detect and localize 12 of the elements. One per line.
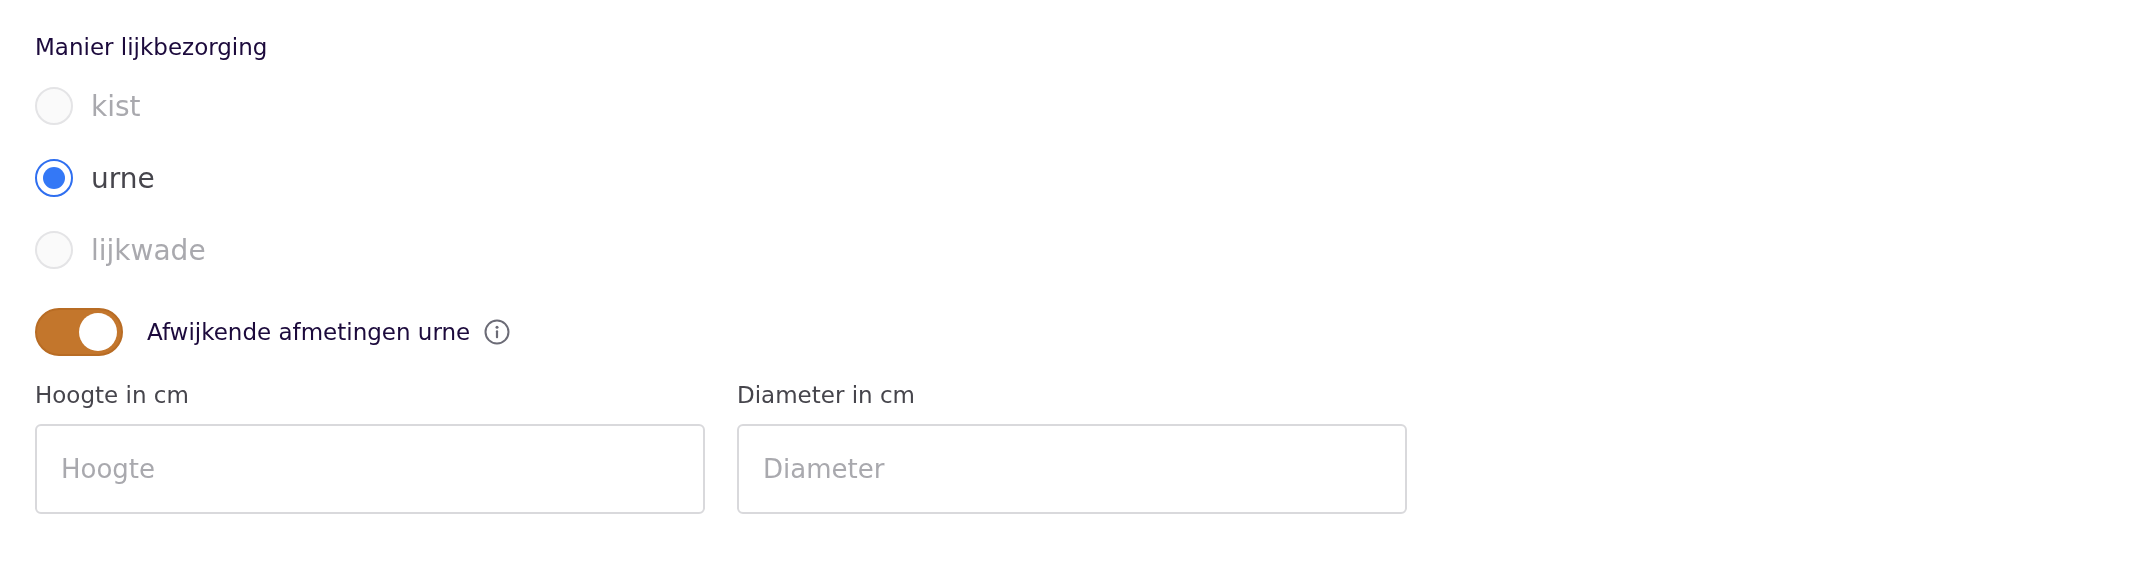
field-label: Diameter in cm: [737, 382, 916, 408]
toggle-switch[interactable]: [35, 308, 123, 356]
radio-label: kist: [91, 89, 141, 123]
group-label: Manier lijkbezorging: [35, 33, 269, 62]
radio-button[interactable]: [35, 159, 73, 197]
radio-label: lijkwade: [91, 233, 206, 267]
input-field[interactable]: Hoogte: [35, 424, 705, 514]
field-label: Hoogte in cm: [35, 382, 190, 408]
info-icon[interactable]: [484, 319, 511, 345]
toggle-label: Afwijkende afmetingen urne: [147, 319, 471, 345]
input-field[interactable]: Diameter: [737, 424, 1407, 514]
radio-label: urne: [91, 161, 155, 195]
